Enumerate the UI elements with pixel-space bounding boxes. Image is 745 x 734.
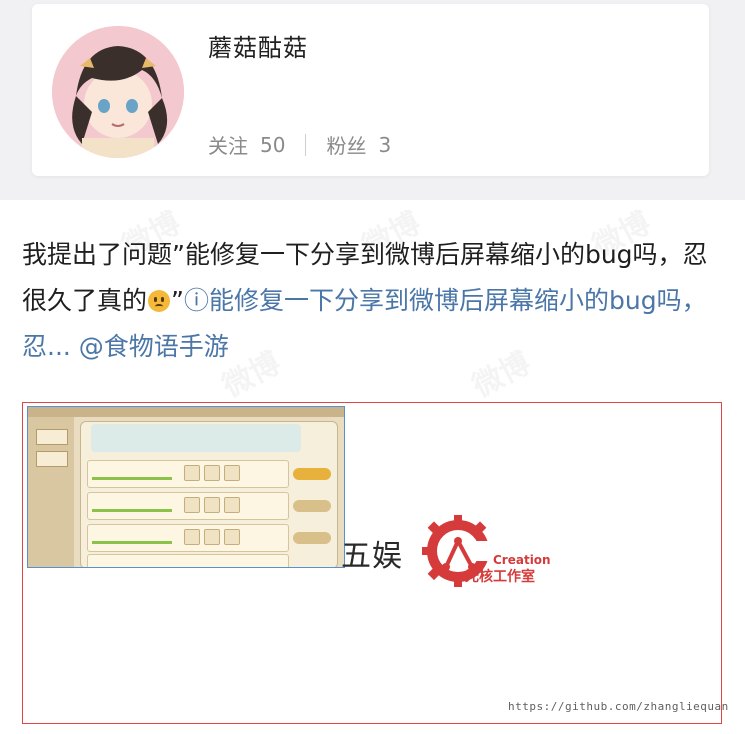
- game-sidebar: [28, 417, 74, 567]
- post-close-quote: ”: [171, 286, 184, 315]
- game-panel: [80, 421, 338, 567]
- game-screenshot: [27, 406, 345, 568]
- mention-link[interactable]: @食物语手游: [79, 332, 229, 361]
- game-task-row: [87, 524, 289, 552]
- studio-chinese-name: 光核工作室: [465, 569, 535, 585]
- avatar-illustration: [52, 26, 184, 158]
- followers-label[interactable]: 粉丝: [326, 130, 366, 159]
- profile-stats: 关注 50 粉丝 3: [208, 130, 391, 159]
- post-image[interactable]: 五娱 Creation 光核工作室: [22, 402, 722, 724]
- game-go-button: [293, 500, 331, 512]
- post-text: 我提出了问题”能修复一下分享到微博后屏幕缩小的bug吗，忍很久了真的 ”ⓘ能修复一…: [22, 232, 722, 370]
- progress-bar: [92, 509, 172, 512]
- following-label[interactable]: 关注: [208, 130, 248, 159]
- reward-item-icon: [224, 465, 240, 481]
- followers-count[interactable]: 3: [378, 133, 391, 157]
- reward-item-icon: [204, 465, 220, 481]
- progress-bar: [92, 541, 172, 544]
- reward-item-icon: [184, 465, 200, 481]
- game-header: [91, 424, 301, 452]
- game-claim-button: [293, 468, 331, 480]
- question-link-icon[interactable]: ⓘ: [184, 286, 209, 315]
- reward-item-icon: [224, 529, 240, 545]
- game-top-bar: [28, 407, 344, 417]
- game-task-row: [87, 460, 289, 488]
- avatar[interactable]: [52, 26, 184, 158]
- reward-item-icon: [184, 497, 200, 513]
- reward-item-icon: [204, 529, 220, 545]
- reward-item-icon: [184, 529, 200, 545]
- upside-down-face-emoji-icon: [148, 290, 171, 312]
- profile-card[interactable]: 蘑菇酤菇 关注 50 粉丝 3: [32, 4, 709, 176]
- reward-item-icon: [204, 497, 220, 513]
- reward-item-icon: [224, 497, 240, 513]
- progress-bar: [92, 477, 172, 480]
- partial-logo-text: 五娱: [341, 539, 403, 574]
- game-tab: [36, 429, 68, 445]
- stats-divider: [305, 133, 307, 156]
- game-task-row: [87, 554, 289, 567]
- game-go-button: [293, 532, 331, 544]
- game-tab: [36, 451, 68, 467]
- following-count[interactable]: 50: [260, 133, 285, 157]
- game-task-row: [87, 492, 289, 520]
- username[interactable]: 蘑菇酤菇: [208, 28, 308, 63]
- studio-english-name: Creation: [493, 553, 551, 567]
- github-watermark-url: https://github.com/zhangliequan: [508, 700, 729, 713]
